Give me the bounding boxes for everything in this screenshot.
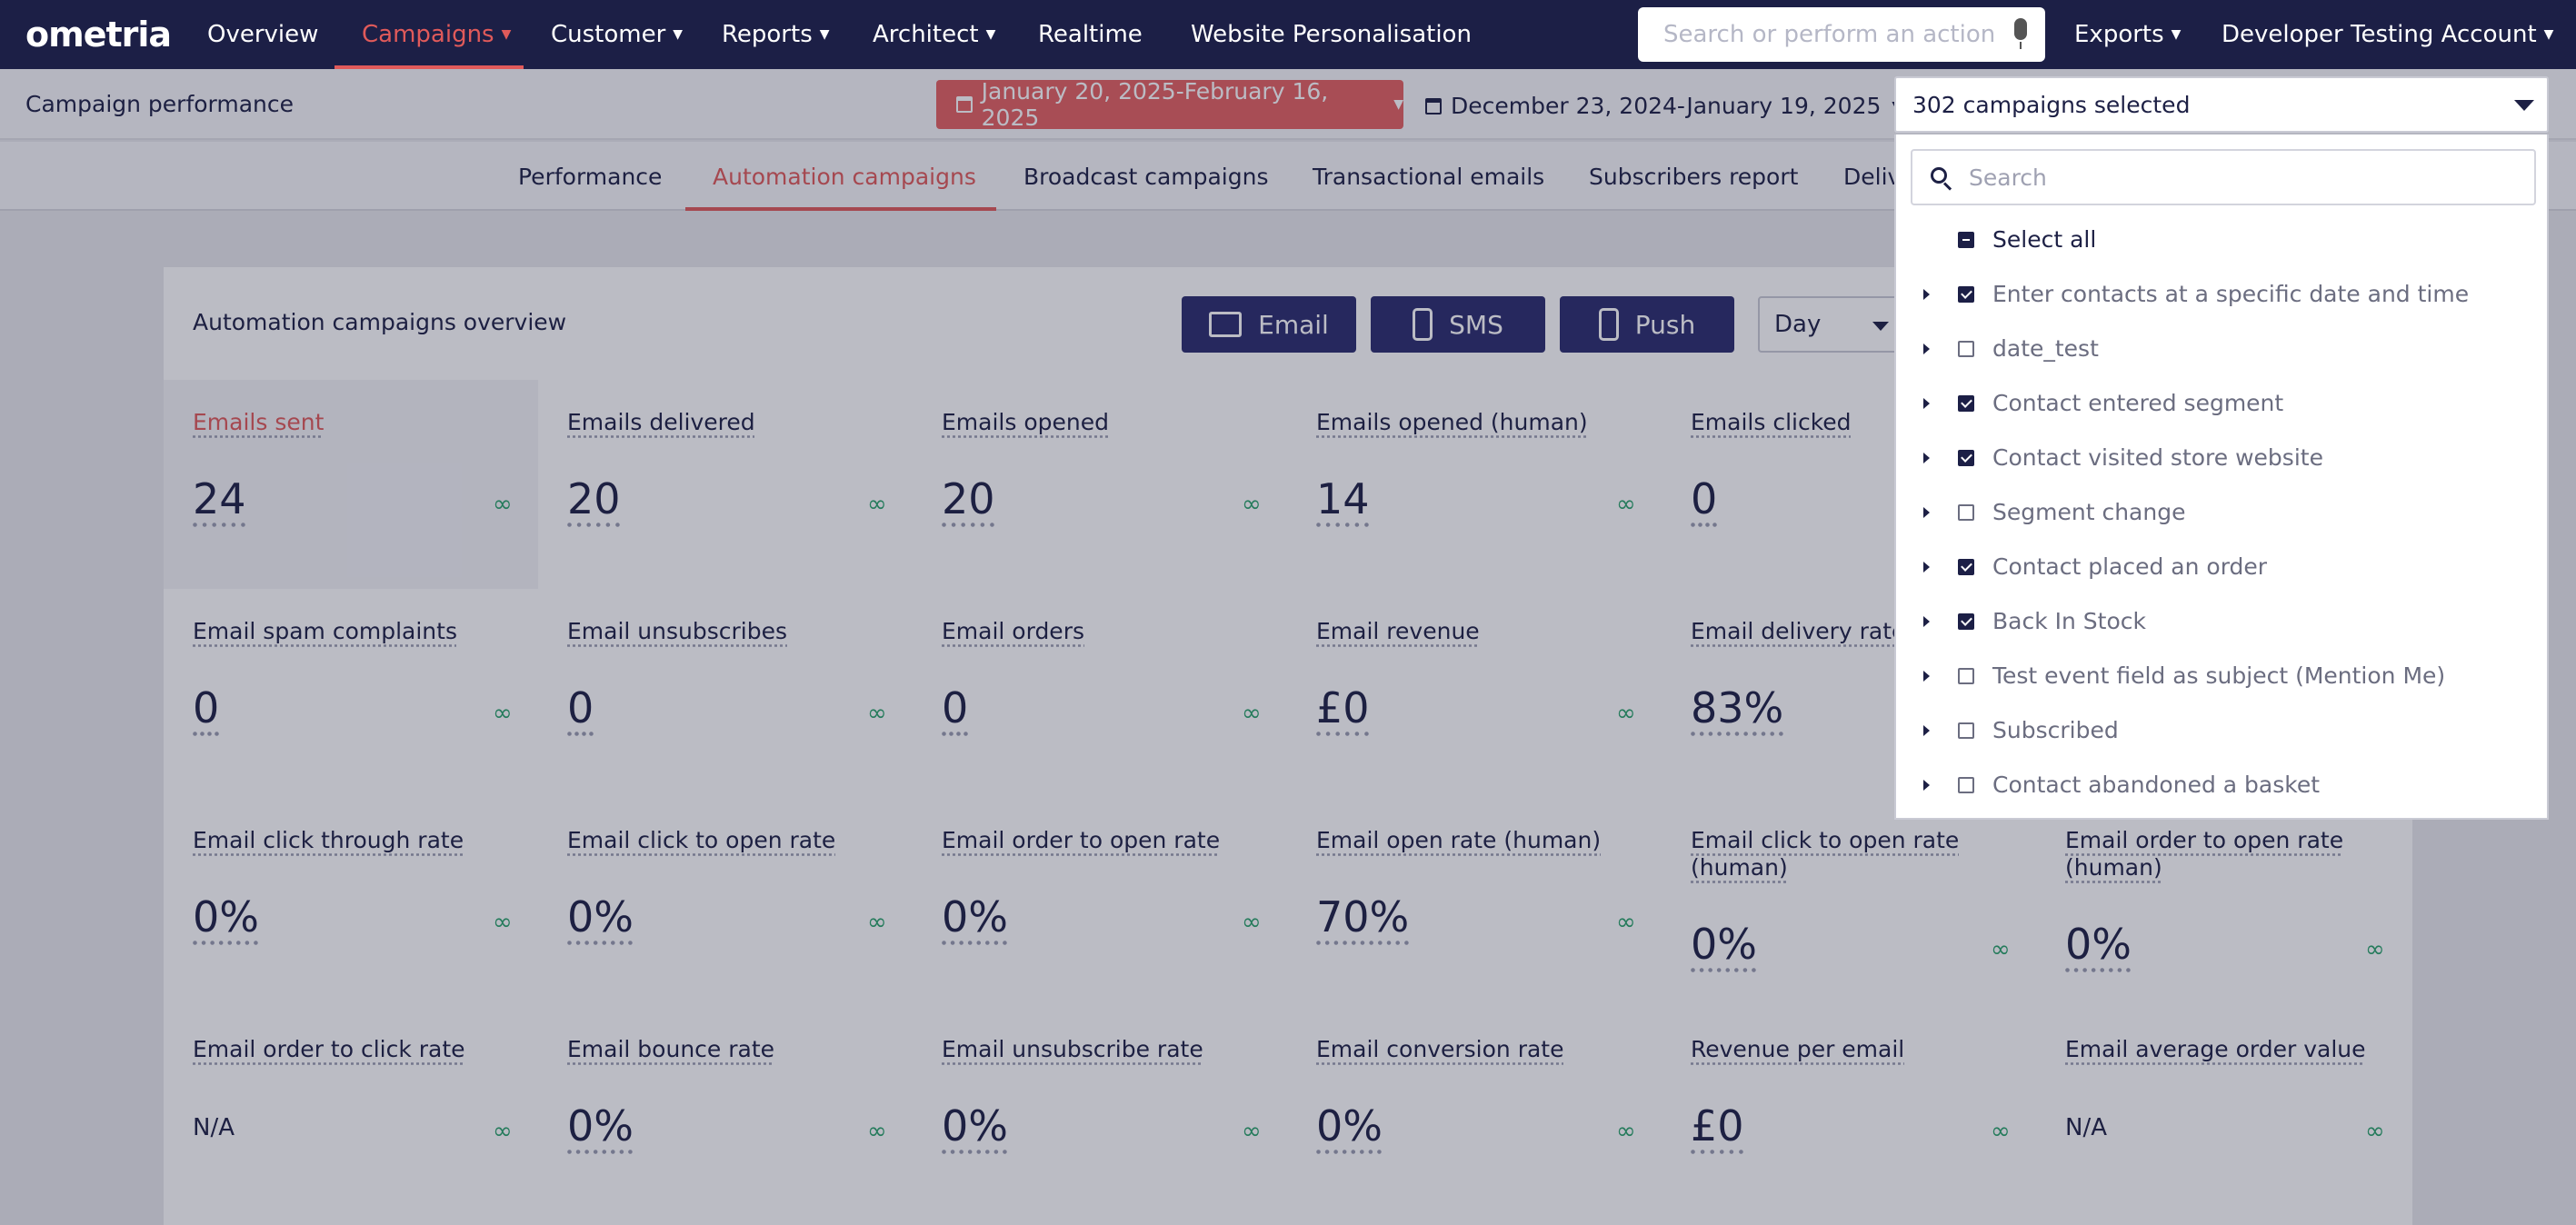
checkbox-checked-icon[interactable] (1958, 613, 1974, 630)
checkbox-indeterminate-icon[interactable] (1958, 232, 1974, 248)
campaign-option[interactable]: Subscribed (1896, 703, 2547, 758)
campaign-option[interactable]: Back In Stock (1896, 594, 2547, 649)
option-label: date_test (1992, 335, 2099, 362)
nav-label: Architect (873, 21, 979, 48)
campaign-option[interactable]: Contact placed an order (1896, 540, 2547, 594)
global-search-input[interactable]: Search or perform an action (1638, 7, 2045, 62)
campaign-selection-summary: 302 campaigns selected (1912, 91, 2191, 118)
expand-arrow-icon[interactable] (1923, 562, 1930, 573)
caret-down-icon: ▼ (819, 27, 830, 42)
nav-label: Website Personalisation (1191, 21, 1472, 48)
campaign-option[interactable]: date_test (1896, 322, 2547, 376)
account-menu[interactable]: Developer Testing Account ▼ (2222, 0, 2553, 69)
campaign-option[interactable]: Contact abandoned a basket (1896, 758, 2547, 812)
caret-down-icon: ▼ (673, 27, 684, 42)
campaign-option[interactable]: Segment change (1896, 485, 2547, 540)
option-label: Subscribed (1992, 717, 2119, 743)
checkbox-checked-icon[interactable] (1958, 450, 1974, 466)
campaign-multiselect[interactable]: 302 campaigns selected (1894, 76, 2549, 133)
nav-label: Customer (551, 21, 666, 48)
option-label: Test event field as subject (Mention Me) (1992, 662, 2446, 689)
search-icon (1931, 167, 1954, 191)
caret-down-icon: ▼ (2543, 27, 2554, 42)
option-label: Contact abandoned a basket (1992, 772, 2321, 798)
nav-label: Exports (2074, 21, 2164, 48)
expand-arrow-icon[interactable] (1923, 398, 1930, 409)
option-label: Enter contacts at a specific date and ti… (1992, 281, 2470, 307)
option-label: Contact placed an order (1992, 553, 2268, 580)
microphone-icon[interactable] (2011, 18, 2031, 51)
nav-customer[interactable]: Customer ▼ (551, 0, 683, 69)
campaign-search-input[interactable]: Search (1911, 149, 2536, 205)
nav-campaigns[interactable]: Campaigns ▼ (362, 0, 511, 69)
caret-down-icon: ▼ (501, 27, 512, 42)
nav-architect[interactable]: Architect ▼ (873, 0, 995, 69)
checkbox-unchecked-icon[interactable] (1958, 722, 1974, 739)
checkbox-unchecked-icon[interactable] (1958, 341, 1974, 357)
option-label: Contact visited store website (1992, 444, 2323, 471)
chevron-down-icon (2514, 100, 2534, 111)
option-label: Segment change (1992, 499, 2186, 525)
expand-arrow-icon[interactable] (1923, 725, 1930, 736)
checkbox-unchecked-icon[interactable] (1958, 504, 1974, 521)
expand-arrow-icon[interactable] (1923, 671, 1930, 682)
nav-reports[interactable]: Reports ▼ (722, 0, 830, 69)
expand-arrow-icon[interactable] (1923, 507, 1930, 518)
checkbox-checked-icon[interactable] (1958, 559, 1974, 575)
expand-arrow-icon[interactable] (1923, 289, 1930, 300)
checkbox-checked-icon[interactable] (1958, 286, 1974, 303)
select-all-option[interactable]: Select all (1896, 213, 2547, 267)
nav-label: Reports (722, 21, 813, 48)
expand-arrow-icon[interactable] (1923, 453, 1930, 463)
expand-arrow-icon[interactable] (1923, 616, 1930, 627)
ometria-logo[interactable]: ometria (25, 15, 172, 55)
caret-down-icon: ▼ (985, 27, 996, 42)
search-placeholder: Search or perform an action (1663, 21, 1996, 48)
checkbox-checked-icon[interactable] (1958, 395, 1974, 412)
logo-text: ometria (25, 15, 172, 55)
search-placeholder: Search (1969, 164, 2047, 191)
account-name: Developer Testing Account (2222, 21, 2537, 48)
campaign-option[interactable]: Test event field as subject (Mention Me) (1896, 649, 2547, 703)
expand-arrow-icon[interactable] (1923, 780, 1930, 791)
nav-overview[interactable]: Overview (207, 0, 318, 69)
campaign-dropdown-panel: Search Select all Enter contacts at a sp… (1894, 134, 2549, 820)
checkbox-unchecked-icon[interactable] (1958, 668, 1974, 684)
top-navigation: ometria Overview Campaigns ▼ Customer ▼ Re… (0, 0, 2576, 69)
campaign-option[interactable]: Enter contacts at a specific date and ti… (1896, 267, 2547, 322)
checkbox-unchecked-icon[interactable] (1958, 777, 1974, 793)
campaign-option[interactable]: Contact visited store website (1896, 431, 2547, 485)
campaign-option[interactable]: Contact entered segment (1896, 376, 2547, 431)
nav-exports[interactable]: Exports ▼ (2074, 0, 2181, 69)
option-label: Select all (1992, 226, 2097, 253)
expand-arrow-icon[interactable] (1923, 344, 1930, 354)
option-label: Back In Stock (1992, 608, 2146, 634)
nav-label: Overview (207, 21, 319, 48)
nav-realtime[interactable]: Realtime (1038, 0, 1143, 69)
nav-label: Campaigns (362, 21, 494, 48)
nav-label: Realtime (1038, 21, 1143, 48)
caret-down-icon: ▼ (2171, 27, 2182, 42)
option-label: Contact entered segment (1992, 390, 2284, 416)
nav-website-personalisation[interactable]: Website Personalisation (1191, 0, 1472, 69)
